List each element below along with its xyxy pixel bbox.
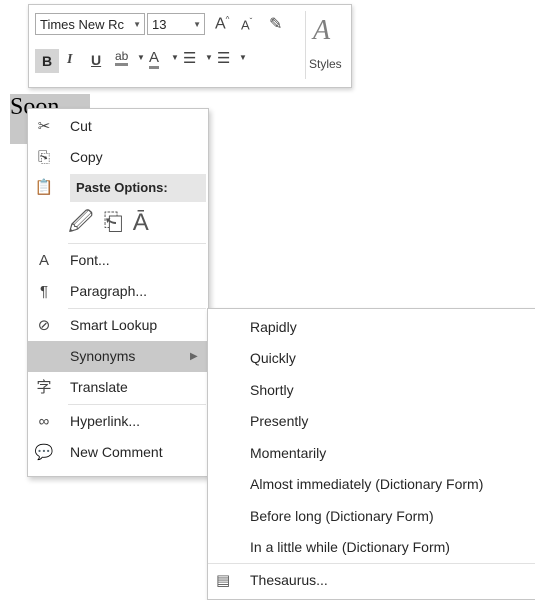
chevron-down-icon[interactable]: ▼: [193, 14, 201, 36]
italic-button[interactable]: I: [67, 52, 72, 68]
highlight-icon: ab: [115, 49, 129, 63]
menu-item-label: Paragraph...: [70, 283, 148, 299]
menu-item-hyperlink[interactable]: ∞ Hyperlink...: [28, 406, 208, 437]
font-size-combo[interactable]: 13 ▼: [147, 13, 205, 35]
synonym-item[interactable]: Almost immediately (Dictionary Form): [250, 469, 483, 500]
italic-label: I: [67, 52, 73, 67]
styles-icon: A: [313, 15, 331, 46]
underline-label: U: [91, 52, 102, 68]
paste-text-only-icon[interactable]: Ā: [133, 209, 159, 236]
grow-font-button[interactable]: A^: [215, 15, 229, 33]
chevron-right-icon: ▶: [190, 351, 198, 362]
menu-item-font[interactable]: A Font...: [28, 245, 208, 276]
paragraph-icon: ¶: [39, 283, 49, 300]
menu-item-label: Font...: [70, 252, 110, 268]
synonym-item[interactable]: Quickly: [250, 343, 296, 374]
synonym-item[interactable]: Shortly: [250, 375, 294, 406]
scissors-icon: ✂: [37, 118, 51, 135]
synonyms-submenu: Rapidly Quickly Shortly Presently Moment…: [207, 308, 535, 600]
styles-label: Styles: [309, 57, 342, 71]
shrink-font-button[interactable]: Aˇ: [241, 17, 252, 32]
underline-button[interactable]: U: [91, 52, 101, 68]
grow-font-icon: A: [215, 15, 226, 33]
divider: [305, 11, 306, 79]
highlight-button[interactable]: ab: [115, 49, 129, 66]
menu-item-new-comment[interactable]: 💬 New Comment: [28, 437, 208, 468]
font-color-icon: A: [149, 49, 160, 66]
font-name-value: Times New Rc: [40, 17, 125, 32]
translate-icon: 字: [36, 379, 52, 396]
menu-item-copy[interactable]: ⎘ Copy: [28, 142, 208, 173]
mini-toolbar: Times New Rc ▼ 13 ▼ A^ Aˇ ✎ B I U ab ▼ A…: [28, 4, 352, 88]
shrink-font-icon: A: [241, 17, 250, 33]
chevron-down-icon[interactable]: ▼: [137, 53, 145, 62]
bullets-button[interactable]: ☰: [183, 49, 196, 67]
format-painter-button[interactable]: ✎: [269, 14, 282, 34]
smart-lookup-icon: ⊘: [37, 317, 51, 334]
chevron-down-icon[interactable]: ▼: [133, 14, 141, 34]
synonym-item[interactable]: In a little while (Dictionary Form): [250, 532, 450, 563]
copy-icon: ⎘: [37, 149, 50, 166]
chevron-down-icon[interactable]: ▼: [239, 53, 247, 62]
divider: [68, 308, 206, 309]
numbering-button[interactable]: ☰: [217, 49, 230, 67]
link-icon: ∞: [38, 413, 50, 430]
menu-item-smart-lookup[interactable]: ⊘ Smart Lookup: [28, 310, 208, 341]
thesaurus-icon: ▤: [216, 572, 231, 589]
paste-merge-icon[interactable]: ⎗: [104, 209, 133, 236]
font-name-combo[interactable]: Times New Rc ▼: [35, 13, 145, 35]
chevron-down-icon[interactable]: ▼: [205, 53, 213, 62]
divider: [68, 404, 206, 405]
paste-options-label: Paste Options:: [70, 174, 206, 202]
clipboard-icon: 📋: [34, 179, 54, 196]
menu-item-label: Cut: [70, 118, 92, 134]
menu-item-translate[interactable]: 字 Translate: [28, 372, 208, 403]
menu-item-label: Copy: [70, 149, 103, 165]
chevron-down-icon[interactable]: ▼: [171, 53, 179, 62]
paste-keep-source-icon[interactable]: 🖉: [68, 209, 104, 236]
menu-item-label: New Comment: [70, 444, 163, 460]
context-menu: ✂ Cut ⎘ Copy 📋 Paste Options: 🖉⎗Ā A Font…: [27, 108, 209, 477]
divider: [68, 243, 206, 244]
font-icon: A: [38, 252, 49, 269]
format-painter-icon: ✎: [269, 16, 283, 33]
divider: [208, 563, 535, 564]
menu-item-cut[interactable]: ✂ Cut: [28, 111, 208, 142]
synonym-item[interactable]: Momentarily: [250, 438, 326, 469]
menu-item-synonyms[interactable]: Synonyms ▶: [28, 341, 208, 372]
synonym-item[interactable]: Before long (Dictionary Form): [250, 501, 434, 532]
font-size-value: 13: [152, 17, 167, 32]
menu-item-label: Hyperlink...: [70, 413, 141, 429]
numbering-icon: ☰: [217, 50, 231, 67]
menu-item-label: Translate: [70, 379, 128, 395]
menu-item-label: Smart Lookup: [70, 317, 158, 333]
synonym-item[interactable]: Presently: [250, 406, 308, 437]
bullets-icon: ☰: [183, 50, 197, 67]
styles-button[interactable]: A: [313, 15, 330, 47]
synonym-item[interactable]: Rapidly: [250, 312, 297, 343]
font-color-button[interactable]: A: [149, 49, 160, 69]
paste-option-icons: 🖉⎗Ā: [68, 205, 159, 241]
bold-label: B: [41, 53, 53, 69]
menu-item-label: Synonyms: [70, 348, 136, 364]
bold-button[interactable]: B: [35, 49, 59, 73]
menu-item-paragraph[interactable]: ¶ Paragraph...: [28, 276, 208, 307]
menu-item-thesaurus[interactable]: Thesaurus...: [250, 565, 328, 596]
comment-icon: 💬: [34, 444, 54, 461]
